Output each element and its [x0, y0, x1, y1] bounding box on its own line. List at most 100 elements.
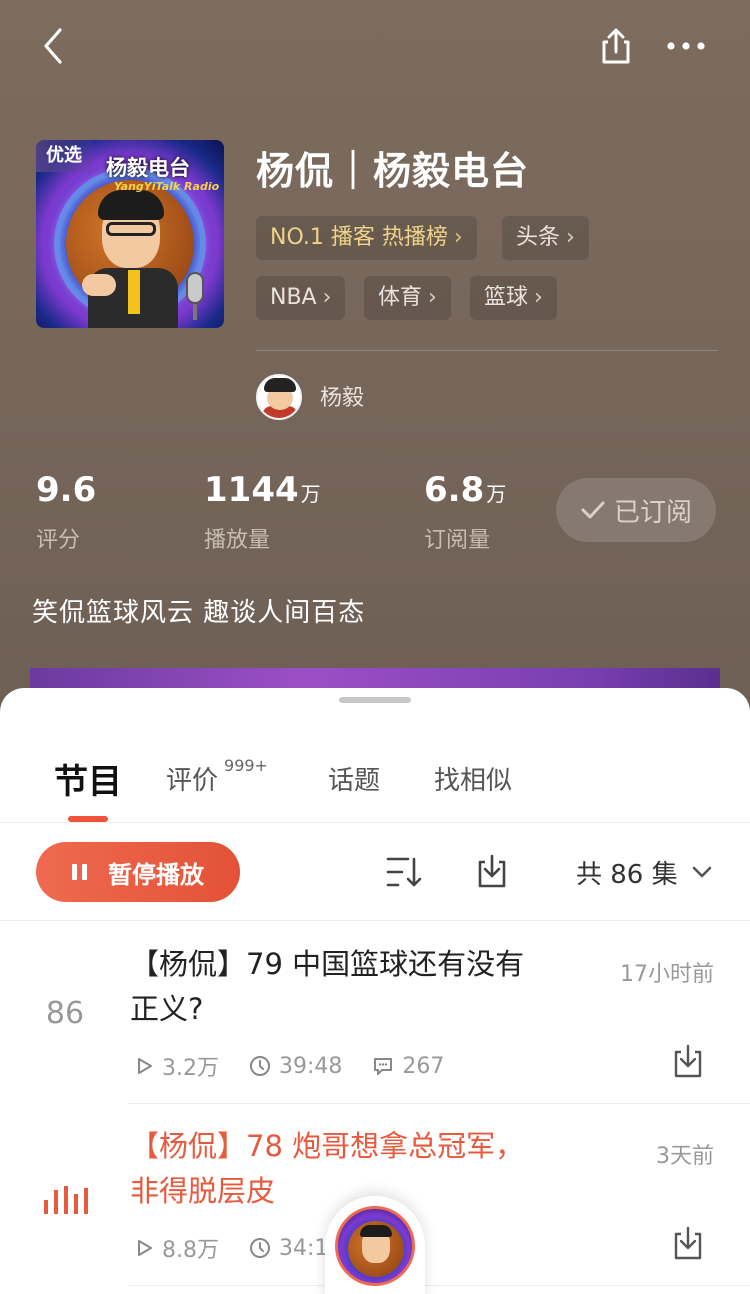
more-dots-icon — [667, 42, 705, 50]
chevron-right-icon: › — [453, 225, 463, 250]
tag-label: 篮球 — [484, 285, 529, 310]
play-count-icon — [138, 1058, 152, 1074]
play-count-value: 8.8万 — [162, 1238, 219, 1263]
play-count-value: 3.2万 — [162, 1056, 219, 1081]
episode-time: 17小时前 — [620, 962, 714, 987]
cover-hair — [98, 190, 164, 220]
mini-hair — [360, 1225, 392, 1237]
podcast-description: 笑侃篮球风云 趣谈人间百态 — [32, 598, 366, 628]
duration: 39:48 — [249, 1054, 342, 1079]
tag-label: NO.1 播客 热播榜 — [270, 225, 448, 250]
subscribers-unit: 万 — [486, 482, 507, 506]
episode-divider — [128, 1285, 750, 1286]
episode-meta: 3.2万 39:48 267 — [136, 1050, 474, 1082]
clock-icon — [250, 1056, 270, 1076]
rating-label: 评分 — [36, 528, 81, 553]
subscribed-button[interactable]: 已订阅 — [556, 478, 716, 542]
chevron-down-icon[interactable] — [688, 858, 716, 886]
check-icon — [581, 501, 605, 519]
subscribers-value: 6.8 万 — [424, 470, 506, 510]
microphone-icon — [186, 272, 204, 304]
tag-label: 头条 — [516, 225, 561, 250]
download-icon[interactable] — [670, 1044, 706, 1080]
cover-hand — [82, 274, 116, 296]
episode-count[interactable]: 共 86 集 — [576, 854, 678, 891]
header-divider — [256, 350, 718, 351]
sort-icon — [386, 857, 422, 887]
tab-topics[interactable]: 话题 — [328, 760, 380, 797]
author-name[interactable]: 杨毅 — [320, 380, 364, 412]
cover-badge: 优选 — [36, 140, 92, 172]
plays-number: 1144 — [204, 470, 299, 510]
back-arrow-icon — [44, 28, 62, 64]
tab-label: 找相似 — [434, 766, 513, 796]
cover-glasses — [106, 222, 156, 236]
tag-label: NBA — [270, 285, 317, 310]
subscribers-number: 6.8 — [424, 470, 485, 510]
plays-label: 播放量 — [204, 528, 271, 553]
mini-player[interactable] — [325, 1196, 425, 1294]
duration: 34:1 — [249, 1236, 328, 1261]
tab-label: 评价 — [166, 766, 219, 796]
chevron-right-icon: › — [566, 225, 575, 250]
chevron-right-icon: › — [322, 285, 332, 310]
play-count-icon — [138, 1240, 152, 1256]
more-button[interactable] — [660, 22, 712, 70]
author-avatar[interactable] — [256, 374, 302, 420]
pause-label: 暂停播放 — [108, 860, 204, 889]
comment-count: 267 — [372, 1054, 444, 1079]
episode-index: 86 — [45, 996, 85, 1031]
tag-nba[interactable]: NBA › — [256, 276, 346, 320]
reviews-count-badge: 999+ — [224, 756, 268, 775]
episode-divider — [128, 1103, 750, 1104]
batch-download-button[interactable] — [472, 852, 512, 892]
clock-icon — [250, 1238, 270, 1258]
tag-basketball[interactable]: 篮球 › — [470, 276, 557, 320]
microphone-stand — [193, 304, 197, 320]
tag-headline[interactable]: 头条 › — [502, 216, 589, 260]
rating-value: 9.6 — [36, 470, 96, 510]
cover-tie — [128, 270, 140, 314]
tab-similar[interactable]: 找相似 — [434, 760, 512, 797]
tab-label: 话题 — [328, 766, 381, 796]
play-count: 3.2万 — [136, 1050, 219, 1082]
now-playing-icon — [44, 1186, 94, 1214]
comment-count-value: 267 — [402, 1053, 445, 1079]
sheet-drag-handle[interactable] — [339, 697, 411, 703]
tab-episodes[interactable]: 节目 — [54, 754, 122, 803]
tag-label: 体育 — [378, 285, 423, 310]
tag-chart-rank[interactable]: NO.1 播客 热播榜 › — [256, 216, 477, 260]
podcast-cover[interactable]: 杨毅电台 YangYiTalk Radio 优选 — [36, 140, 224, 328]
sort-button[interactable] — [384, 852, 424, 892]
download-icon[interactable] — [670, 1226, 706, 1262]
mini-player-cover[interactable] — [335, 1206, 415, 1286]
plays-unit: 万 — [300, 482, 321, 506]
subscribed-label: 已订阅 — [613, 497, 692, 528]
episode-time: 3天前 — [656, 1144, 714, 1169]
comment-icon — [374, 1058, 393, 1075]
subscribers-label: 订阅量 — [424, 528, 491, 553]
avatar-hair — [264, 378, 296, 392]
episode-title-playing[interactable]: 【杨侃】78 炮哥想拿总冠军，非得脱层皮 — [130, 1124, 530, 1214]
episode-title[interactable]: 【杨侃】79 中国篮球还有没有正义? — [130, 942, 530, 1032]
top-bar — [0, 0, 750, 96]
share-icon — [602, 28, 630, 64]
list-divider — [0, 920, 750, 921]
cover-brand-en: YangYiTalk Radio — [114, 180, 220, 193]
tabs-divider — [0, 822, 750, 823]
duration-value: 39:48 — [279, 1053, 343, 1079]
tab-label: 节目 — [54, 762, 122, 802]
rating-number: 9.6 — [36, 470, 97, 510]
tag-sports[interactable]: 体育 › — [364, 276, 451, 320]
pause-icon — [72, 864, 92, 880]
chevron-right-icon: › — [428, 285, 437, 310]
cover-brand: 杨毅电台 — [106, 156, 190, 180]
pause-playback-button[interactable]: 暂停播放 — [36, 842, 240, 902]
share-button[interactable] — [592, 22, 640, 70]
back-button[interactable] — [30, 22, 78, 70]
tab-reviews[interactable]: 评价 999+ — [166, 756, 268, 797]
plays-value: 1144 万 — [204, 470, 321, 510]
duration-value: 34:1 — [279, 1235, 329, 1261]
download-icon — [478, 854, 506, 888]
podcast-title: 杨侃｜杨毅电台 — [256, 149, 530, 193]
